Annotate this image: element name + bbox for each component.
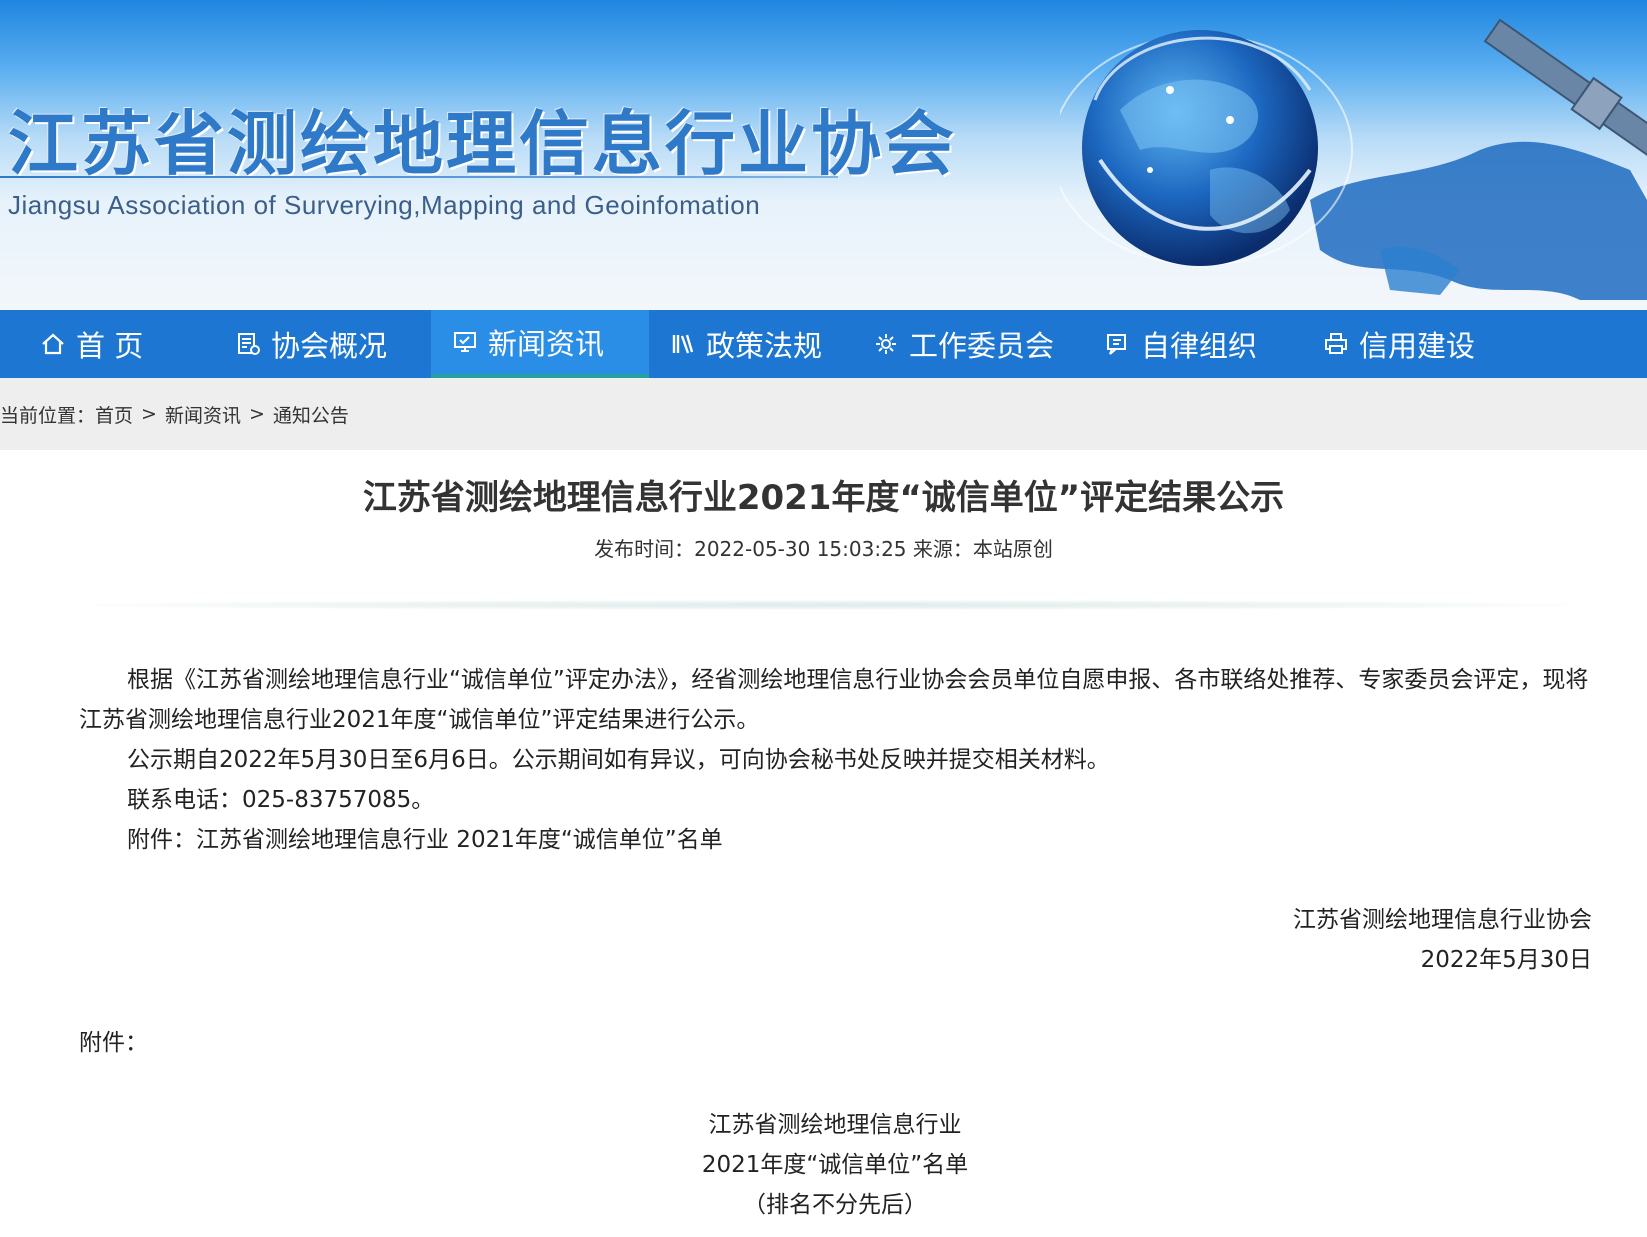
main-nav: 首 页 协会概况 新闻资讯 政策法规 工作委员会 自律组织 信用建设 (0, 310, 1647, 378)
breadcrumb-news-link[interactable]: 新闻资讯 (165, 401, 241, 428)
books-icon (670, 331, 696, 357)
article-meta: 发布时间：2022-05-30 15:03:25 来源：本站原创 (594, 537, 1053, 561)
divider (90, 600, 1570, 610)
attachment-link[interactable]: 附件：江苏省测绘地理信息行业 2021年度“诚信单位”名单 (127, 820, 723, 860)
article-title: 江苏省测绘地理信息行业2021年度“诚信单位”评定结果公示 (362, 478, 1285, 518)
breadcrumb-prefix: 当前位置： (0, 404, 96, 427)
nav-label: 新闻资讯 (488, 327, 605, 361)
document-gear-icon (235, 331, 261, 357)
nav-label: 自律组织 (1141, 329, 1258, 363)
breadcrumb-home-link[interactable]: 首页 (95, 401, 133, 428)
nav-label: 信用建设 (1359, 329, 1476, 363)
nav-item-about[interactable]: 协会概况 (235, 310, 387, 378)
breadcrumb-separator: > (248, 403, 265, 425)
breadcrumb-separator: > (141, 403, 157, 425)
signature-org: 江苏省测绘地理信息行业协会 (1293, 907, 1592, 933)
gear-icon (873, 331, 899, 357)
contact-phone: 联系电话：025-83757085。 (127, 787, 435, 813)
breadcrumb-notice-link[interactable]: 通知公告 (273, 401, 349, 428)
home-icon (40, 331, 66, 357)
nav-item-credit[interactable]: 信用建设 (1323, 310, 1475, 378)
title-underline (0, 176, 838, 178)
nav-item-committee[interactable]: 工作委员会 (873, 310, 1054, 378)
site-subtitle: Jiangsu Association of Surverying,Mappin… (8, 190, 761, 220)
article-paragraph: 根据《江苏省测绘地理信息行业“诚信单位”评定办法》，经省测绘地理信息行业协会会员… (79, 667, 1589, 733)
nav-item-self-discipline[interactable]: 自律组织 (1105, 310, 1257, 378)
chat-icon (1105, 331, 1131, 357)
monitor-icon (452, 329, 478, 355)
signature-date: 2022年5月30日 (1420, 947, 1592, 973)
header-banner: 江苏省测绘地理信息行业协会 Jiangsu Association of Sur… (0, 0, 1647, 310)
attachment-heading: 附件： (79, 1030, 148, 1056)
article-paragraph: 公示期自2022年5月30日至6月6日。公示期间如有异议，可向协会秘书处反映并提… (127, 747, 1110, 773)
nav-label: 工作委员会 (909, 329, 1055, 363)
nav-label: 首 页 (76, 329, 144, 363)
printer-icon (1323, 331, 1349, 357)
globe-illustration (1060, 18, 1647, 300)
site-title: 江苏省测绘地理信息行业协会 (8, 103, 957, 185)
list-title: 江苏省测绘地理信息行业 (708, 1112, 962, 1138)
list-note: （排名不分先后） (743, 1192, 927, 1218)
list-title: 2021年度“诚信单位”名单 (701, 1152, 969, 1178)
breadcrumb: 当前位置： 首页 > 新闻资讯 > 通知公告 (0, 378, 1647, 450)
nav-item-news[interactable]: 新闻资讯 (431, 310, 649, 378)
nav-label: 政策法规 (706, 329, 823, 363)
nav-item-home[interactable]: 首 页 (40, 310, 143, 378)
nav-item-policy[interactable]: 政策法规 (670, 310, 822, 378)
nav-label: 协会概况 (271, 329, 388, 363)
